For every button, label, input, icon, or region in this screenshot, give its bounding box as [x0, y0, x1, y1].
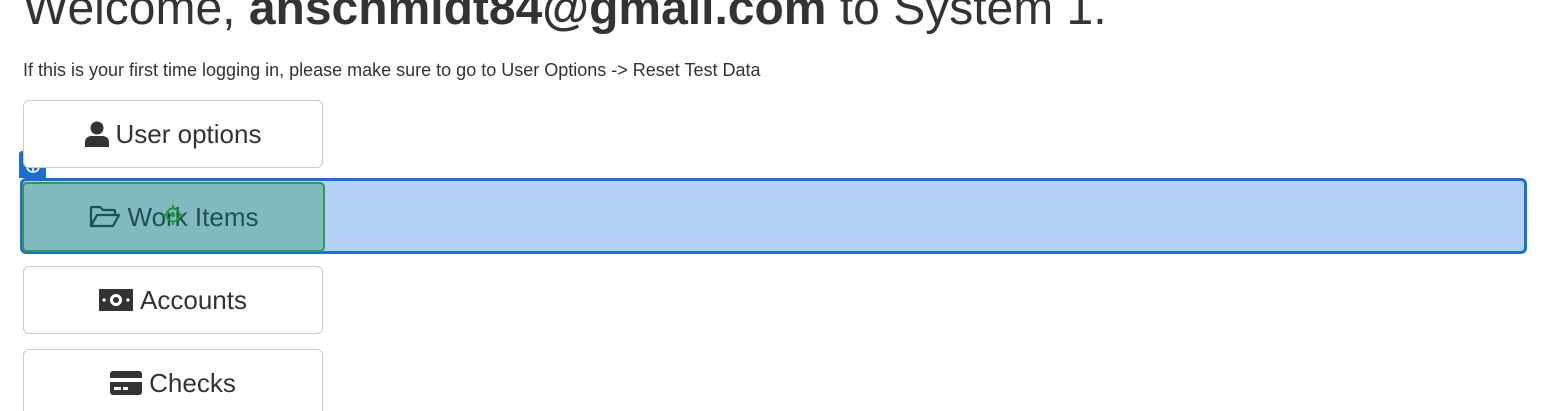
accounts-label: Accounts [140, 284, 247, 315]
crosshair-icon [163, 205, 183, 225]
welcome-prefix: Welcome, [23, 0, 249, 35]
work-items-label: Work Items [127, 201, 259, 232]
folder-open-icon [89, 205, 121, 229]
user-options-label: User options [115, 118, 262, 149]
money-bill-icon [99, 289, 134, 311]
credit-card-icon [110, 371, 143, 395]
accounts-button[interactable]: Accounts [23, 266, 323, 334]
page-title: Welcome, anschmidt84@gmail.com to System… [23, 0, 1107, 37]
checks-label: Checks [149, 367, 236, 398]
user-email: anschmidt84@gmail.com [248, 0, 827, 35]
page: Welcome, anschmidt84@gmail.com to System… [0, 0, 1546, 411]
user-options-button[interactable]: User options [23, 100, 323, 168]
checks-button[interactable]: Checks [23, 349, 323, 411]
first-login-notice: If this is your first time logging in, p… [23, 60, 761, 80]
user-icon [84, 121, 109, 147]
welcome-suffix: to System 1. [826, 0, 1107, 35]
